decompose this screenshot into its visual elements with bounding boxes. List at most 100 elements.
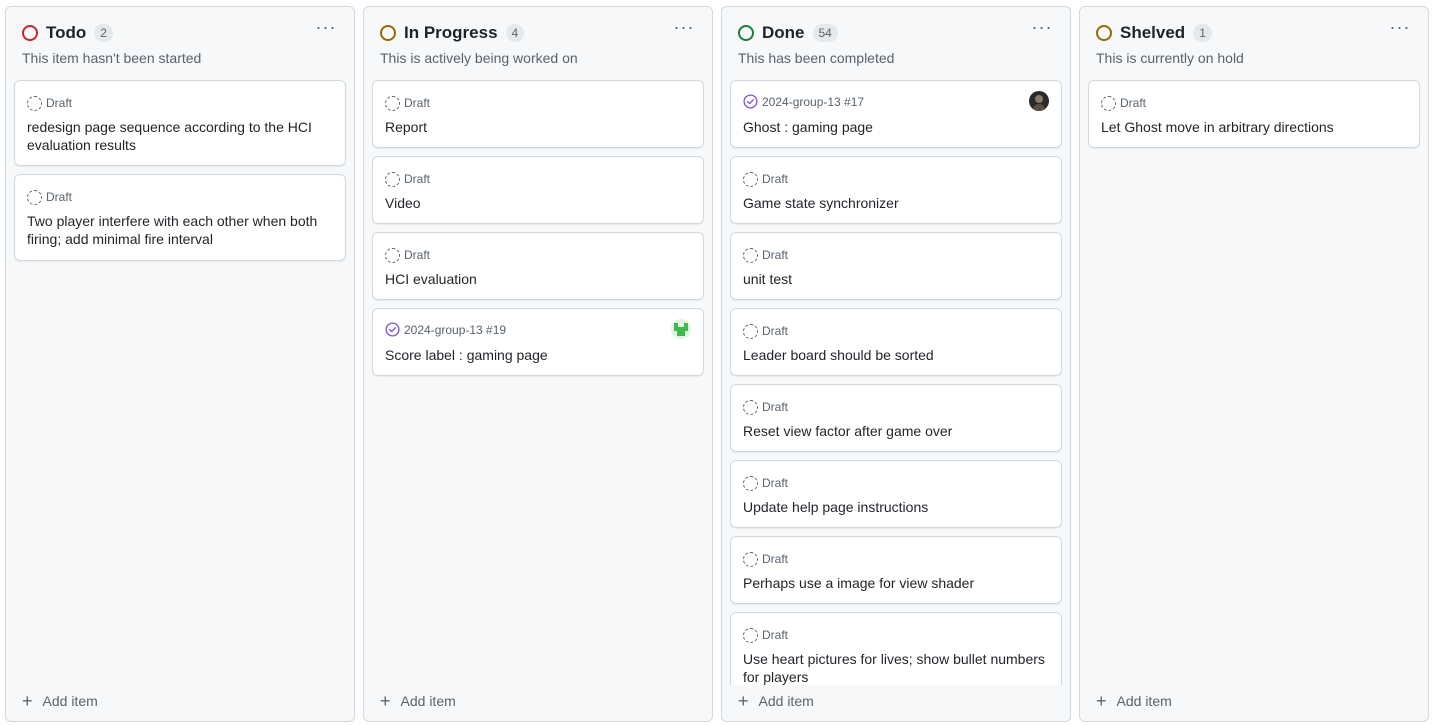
draft-icon [27,190,42,205]
card[interactable]: Draft Report [372,80,704,148]
column-description: This item hasn't been started [22,50,202,66]
project-board: Todo 2 ··· This item hasn't been started… [0,0,1433,725]
column-todo: Todo 2 ··· This item hasn't been started… [5,6,355,722]
card-title[interactable]: Two player interfere with each other whe… [27,212,333,248]
card-list: Draft Report Draft Video Draft HCI evalu… [372,80,704,684]
card-title[interactable]: Ghost : gaming page [743,118,1049,136]
card-meta: Draft [762,399,789,414]
done-status-icon [738,25,754,41]
draft-icon [743,400,758,415]
card-title[interactable]: HCI evaluation [385,270,691,288]
item-count-badge: 2 [94,24,113,42]
column-menu-icon[interactable]: ··· [1388,17,1412,37]
add-item-button[interactable]: + Add item [738,691,814,711]
draft-icon [743,628,758,643]
card[interactable]: 2024-group-13 #17 Ghost : gaming page [730,80,1062,148]
card-meta: Draft [1120,95,1147,110]
plus-icon: + [380,691,391,711]
card-title[interactable]: Video [385,194,691,212]
card-title[interactable]: Use heart pictures for lives; show bulle… [743,650,1049,685]
card[interactable]: Draft unit test [730,232,1062,300]
draft-icon [27,96,42,111]
item-count-badge: 1 [1193,24,1212,42]
issue-closed-icon [743,94,758,109]
card-title[interactable]: Score label : gaming page [385,346,691,364]
column-title: In Progress [404,23,498,42]
card-title[interactable]: Let Ghost move in arbitrary directions [1101,118,1407,136]
card[interactable]: Draft Leader board should be sorted [730,308,1062,376]
card-title[interactable]: Perhaps use a image for view shader [743,574,1049,592]
item-count-badge: 54 [812,24,838,42]
column-menu-icon[interactable]: ··· [1030,17,1054,37]
card[interactable]: Draft Update help page instructions [730,460,1062,528]
add-item-label: Add item [758,693,814,709]
todo-status-icon [22,25,38,41]
card[interactable]: Draft Reset view factor after game over [730,384,1062,452]
card-title[interactable]: unit test [743,270,1049,288]
item-count-badge: 4 [505,24,525,42]
card[interactable]: Draft Video [372,156,704,224]
column-header: Shelved 1 ··· [1096,17,1412,45]
column-menu-icon[interactable]: ··· [672,17,696,37]
card-meta: Draft [404,95,431,110]
column-title: Done [762,23,805,42]
add-item-label: Add item [1116,693,1172,709]
card-meta: Draft [404,247,431,262]
column-done: Done 54 ··· This has been completed 2024… [721,6,1071,722]
card-title[interactable]: redesign page sequence according to the … [27,118,333,154]
column-shelved: Shelved 1 ··· This is currently on hold … [1079,6,1429,722]
draft-icon [743,172,758,187]
card-title[interactable]: Game state synchronizer [743,194,1049,212]
card-title[interactable]: Leader board should be sorted [743,346,1049,364]
column-description: This is currently on hold [1096,50,1244,66]
card[interactable]: Draft Perhaps use a image for view shade… [730,536,1062,604]
card-list: Draft redesign page sequence according t… [14,80,346,684]
column-title: Shelved [1120,23,1186,42]
draft-icon [385,96,400,111]
column-header: In Progress 4 ··· [380,17,696,45]
column-menu-icon[interactable]: ··· [314,17,338,37]
card-list: Draft Let Ghost move in arbitrary direct… [1088,80,1420,684]
plus-icon: + [22,691,33,711]
add-item-button[interactable]: + Add item [1096,691,1172,711]
issue-reference-link[interactable]: 2024-group-13 #17 [762,95,864,109]
card-meta: Draft [404,171,431,186]
card[interactable]: Draft Let Ghost move in arbitrary direct… [1088,80,1420,148]
card-title[interactable]: Report [385,118,691,136]
draft-icon [385,248,400,263]
shelved-status-icon [1096,25,1112,41]
column-title: Todo [46,23,87,42]
add-item-button[interactable]: + Add item [380,691,456,711]
card-meta: Draft [762,627,789,642]
card-title[interactable]: Reset view factor after game over [743,422,1049,440]
column-header: Done 54 ··· [738,17,1054,45]
issue-closed-icon [385,322,400,337]
card[interactable]: Draft Game state synchronizer [730,156,1062,224]
assignee-avatar[interactable] [671,319,691,339]
draft-icon [743,552,758,567]
card-meta: Draft [762,247,789,262]
card-title[interactable]: Update help page instructions [743,498,1049,516]
card[interactable]: Draft redesign page sequence according t… [14,80,346,166]
card-meta: Draft [762,171,789,186]
card[interactable]: Draft Use heart pictures for lives; show… [730,612,1062,685]
add-item-button[interactable]: + Add item [22,691,98,711]
card-meta: Draft [762,323,789,338]
column-description: This is actively being worked on [380,50,578,66]
draft-icon [743,248,758,263]
card-meta: Draft [762,475,789,490]
plus-icon: + [738,691,749,711]
issue-reference-link[interactable]: 2024-group-13 #19 [404,323,506,337]
card-list: 2024-group-13 #17 Ghost : gaming page Dr… [730,80,1062,685]
in-progress-status-icon [380,25,396,41]
draft-icon [743,476,758,491]
card-meta: Draft [762,551,789,566]
card[interactable]: Draft Two player interfere with each oth… [14,174,346,261]
column-description: This has been completed [738,50,895,66]
column-header: Todo 2 ··· [22,17,338,45]
column-in-progress: In Progress 4 ··· This is actively being… [363,6,713,722]
plus-icon: + [1096,691,1107,711]
card[interactable]: 2024-group-13 #19 Score label : gaming p… [372,308,704,376]
card[interactable]: Draft HCI evaluation [372,232,704,300]
assignee-avatar[interactable] [1029,91,1049,111]
